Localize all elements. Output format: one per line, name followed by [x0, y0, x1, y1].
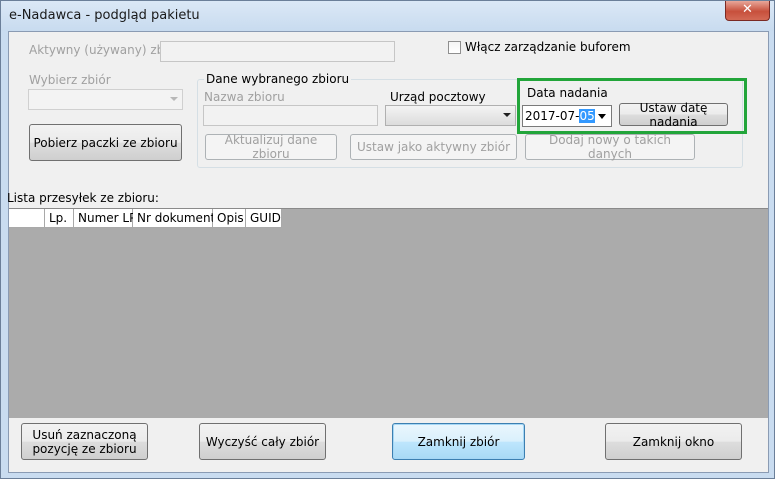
remove-selected-line1: Usuń zaznaczoną	[32, 427, 137, 442]
close-window-bottom-button[interactable]: Zamknij okno	[605, 423, 742, 460]
column-header-lp[interactable]: Lp.	[45, 209, 74, 228]
shipments-list-label: Lista przesyłek ze zbioru:	[7, 191, 159, 205]
choose-set-label: Wybierz zbiór	[29, 73, 111, 87]
post-office-label: Urząd pocztowy	[390, 90, 486, 104]
fetch-packages-button[interactable]: Pobierz paczki ze zbioru	[29, 124, 182, 161]
active-set-field[interactable]	[160, 41, 395, 62]
close-set-button[interactable]: Zamknij zbiór	[392, 423, 525, 460]
choose-set-dropdown[interactable]	[28, 89, 183, 110]
title-bar[interactable]: e-Nadawca - podgląd pakietu ✕	[1, 1, 774, 31]
set-active-button[interactable]: Ustaw jako aktywny zbiór	[350, 134, 517, 160]
post-office-dropdown[interactable]	[385, 105, 516, 126]
chevron-down-icon	[170, 97, 178, 101]
buffer-checkbox[interactable]	[448, 41, 461, 54]
chevron-down-icon	[503, 113, 511, 117]
send-date-highlight	[517, 78, 747, 134]
main-window: e-Nadawca - podgląd pakietu ✕ Aktywny (u…	[0, 0, 775, 479]
close-icon: ✕	[742, 2, 753, 17]
grid-header: Lp. Numer LP Nr dokumentu Opis GUID	[9, 209, 282, 228]
add-new-set-button[interactable]: Dodaj nowy o takich danych	[525, 133, 695, 161]
column-header-nr-dokumentu[interactable]: Nr dokumentu	[133, 209, 223, 228]
set-data-group-title: Dane wybranego zbioru	[204, 72, 352, 86]
column-header-opis[interactable]: Opis	[213, 209, 246, 228]
remove-selected-line2: pozycję ze zbioru	[32, 441, 137, 456]
clear-set-button[interactable]: Wyczyść cały zbiór	[199, 423, 326, 460]
column-header-guid[interactable]: GUID	[246, 209, 282, 228]
shipments-grid[interactable]: Lp. Numer LP Nr dokumentu Opis GUID	[9, 208, 768, 418]
column-header-numer-lp[interactable]: Numer LP	[74, 209, 136, 228]
set-name-label: Nazwa zbioru	[204, 90, 285, 104]
set-name-field[interactable]	[203, 105, 378, 126]
update-set-button[interactable]: Aktualizuj dane zbioru	[205, 133, 337, 161]
remove-selected-button[interactable]: Usuń zaznaczoną pozycję ze zbioru	[21, 423, 148, 460]
window-title: e-Nadawca - podgląd pakietu	[9, 8, 200, 23]
buffer-checkbox-label: Włącz zarządzanie buforem	[465, 40, 631, 54]
column-header-rowselector[interactable]	[9, 209, 45, 228]
client-area: Aktywny (używany) zbiór Włącz zarządzani…	[7, 31, 769, 473]
close-window-button[interactable]: ✕	[725, 1, 770, 21]
active-set-label: Aktywny (używany) zbiór	[29, 43, 180, 57]
